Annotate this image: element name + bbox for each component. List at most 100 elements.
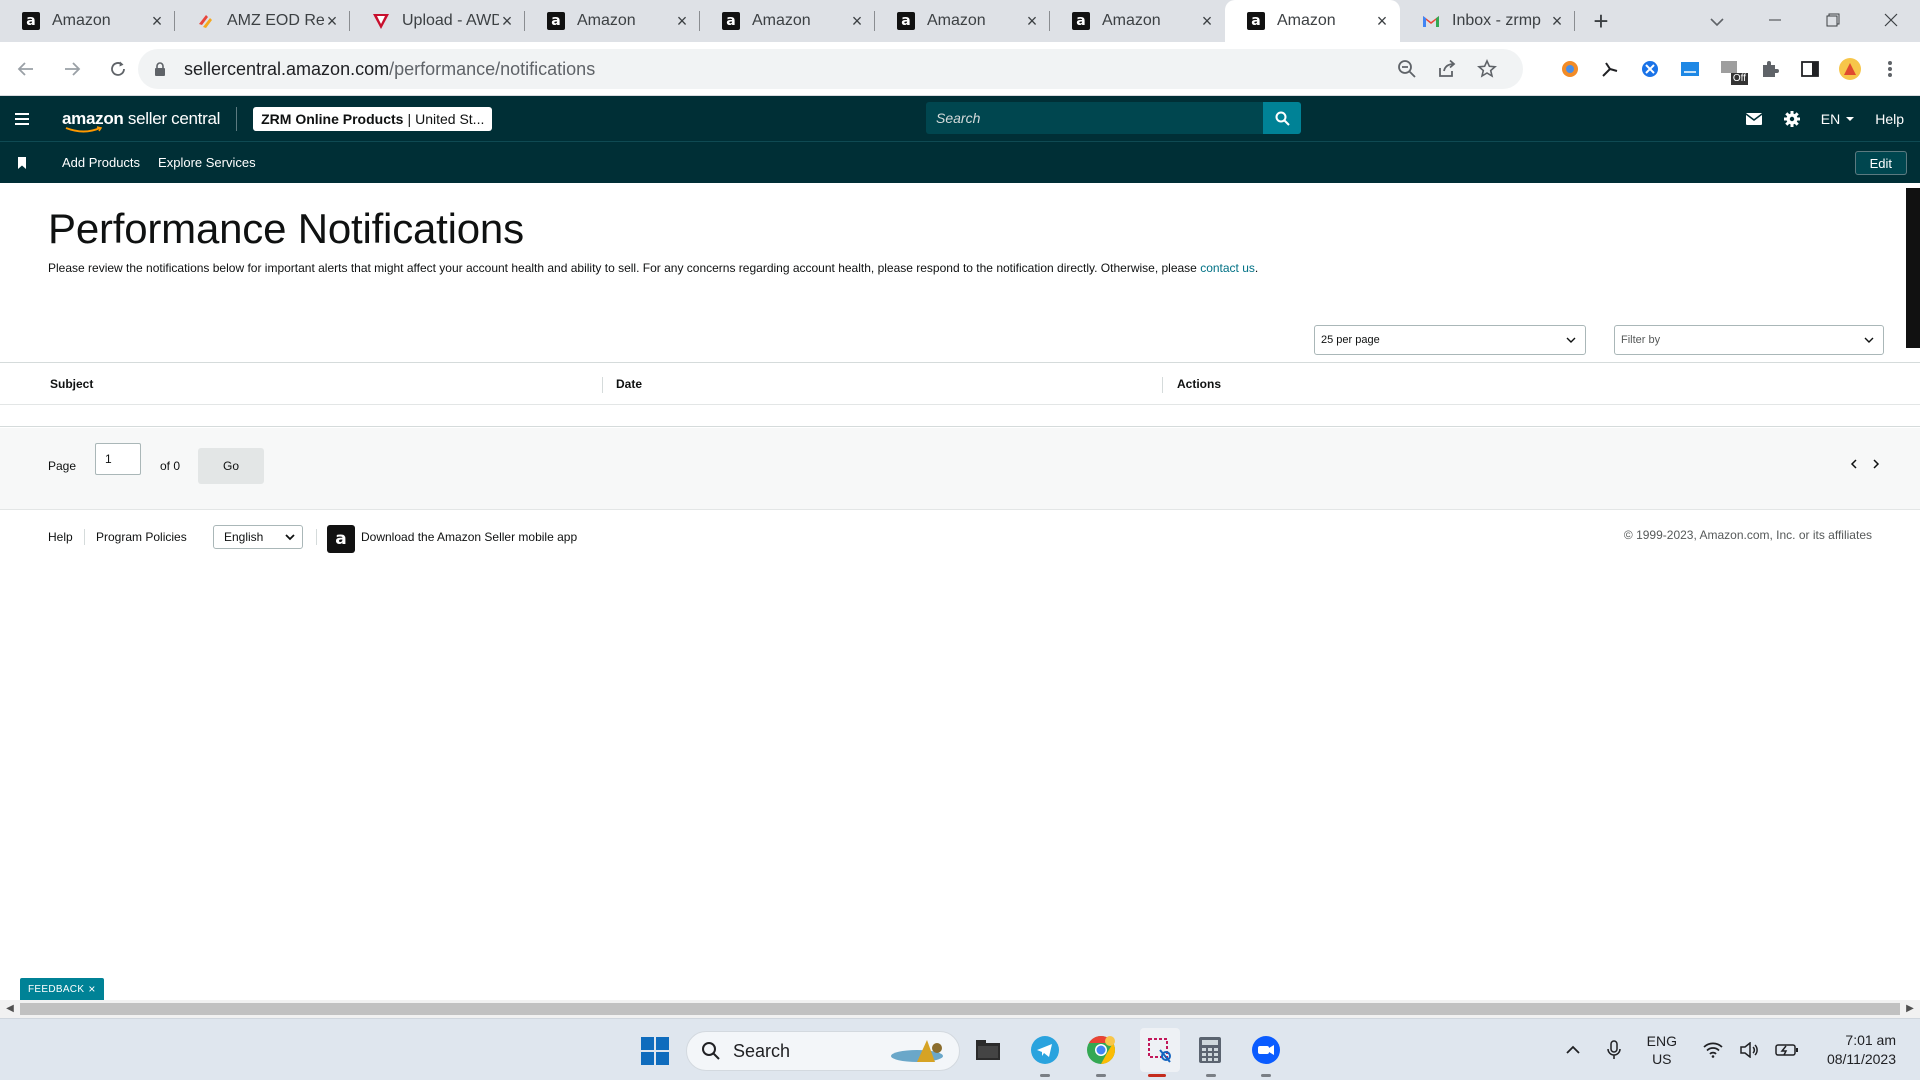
column-subject[interactable]: Subject <box>50 363 93 405</box>
browser-menu-icon[interactable] <box>1870 49 1910 89</box>
taskbar-search[interactable]: Search <box>686 1031 960 1071</box>
footer-copyright: © 1999-2023, Amazon.com, Inc. or its aff… <box>1623 528 1872 542</box>
column-date[interactable]: Date <box>602 363 642 405</box>
calculator-icon[interactable] <box>1194 1034 1226 1066</box>
extensions-puzzle-icon[interactable] <box>1750 49 1790 89</box>
extension-fba-icon[interactable] <box>1670 49 1710 89</box>
menu-icon[interactable] <box>0 96 44 141</box>
gear-icon <box>1783 110 1800 127</box>
tab-search-icon[interactable] <box>1688 11 1746 32</box>
language-selector[interactable]: EN <box>1811 111 1865 127</box>
reload-icon[interactable] <box>98 49 138 89</box>
wifi-icon[interactable] <box>1685 1042 1731 1058</box>
show-hidden-icons[interactable] <box>1557 1045 1589 1055</box>
footer-language-select[interactable]: English <box>213 525 303 549</box>
window-close-icon[interactable] <box>1862 11 1920 32</box>
running-indicator <box>1096 1074 1106 1077</box>
close-icon[interactable]: × <box>499 12 515 30</box>
scroll-left-icon[interactable]: ◀ <box>4 1003 16 1015</box>
telegram-icon[interactable] <box>1029 1034 1061 1066</box>
seller-central-header: amazon seller central ZRM Online Product… <box>0 96 1920 141</box>
browser-tab[interactable]: a Amazon × <box>0 0 175 42</box>
close-icon[interactable]: × <box>1024 12 1040 30</box>
snipping-tool-icon[interactable] <box>1140 1028 1180 1072</box>
extension-badge: Off <box>1730 73 1748 85</box>
subnav-explore-services[interactable]: Explore Services <box>158 155 256 170</box>
search-input[interactable]: Search <box>926 102 1263 134</box>
horizontal-scrollbar[interactable]: ◀ ▶ <box>0 1000 1920 1018</box>
windows-start-icon[interactable] <box>640 1036 670 1066</box>
minimize-icon[interactable] <box>1746 11 1804 32</box>
chevron-left-icon[interactable] <box>1848 458 1860 470</box>
running-indicator <box>1261 1074 1271 1077</box>
address-bar[interactable]: sellercentral.amazon.com/performance/not… <box>138 49 1523 89</box>
per-page-select[interactable]: 25 per page <box>1314 325 1586 355</box>
help-link[interactable]: Help <box>1865 111 1920 127</box>
input-language-top: ENG <box>1646 1033 1677 1049</box>
volume-icon[interactable] <box>1731 1042 1767 1058</box>
back-icon[interactable] <box>6 49 46 89</box>
running-indicator <box>1206 1074 1216 1077</box>
close-icon[interactable]: × <box>1374 12 1390 30</box>
close-icon[interactable]: × <box>324 12 340 30</box>
close-icon[interactable]: × <box>88 982 95 996</box>
browser-tab[interactable]: a Amazon × <box>700 0 875 42</box>
restore-icon[interactable] <box>1804 11 1862 32</box>
close-icon[interactable]: × <box>1549 12 1565 30</box>
filter-select[interactable]: Filter by <box>1614 325 1884 355</box>
zoom-icon[interactable] <box>1250 1034 1282 1066</box>
battery-icon[interactable] <box>1767 1043 1807 1057</box>
browser-tab[interactable]: AMZ EOD Rep × <box>175 0 350 42</box>
account-switcher[interactable]: ZRM Online Products | United St... <box>253 106 493 131</box>
search-button[interactable] <box>1263 102 1301 134</box>
pager-arrows <box>1848 458 1882 470</box>
taskbar-clock[interactable]: 7:01 am 08/11/2023 <box>1807 1031 1920 1069</box>
extension-arrow-icon[interactable] <box>1590 49 1630 89</box>
browser-tab[interactable]: Inbox - zrmp × <box>1400 0 1575 42</box>
scroll-right-icon[interactable]: ▶ <box>1904 1003 1916 1015</box>
forward-icon[interactable] <box>52 49 92 89</box>
share-icon[interactable] <box>1427 59 1467 79</box>
scrollbar-thumb[interactable] <box>20 1003 1900 1015</box>
side-widget[interactable] <box>1906 188 1920 348</box>
bookmark-star-icon[interactable] <box>1467 59 1507 79</box>
profile-avatar[interactable] <box>1830 49 1870 89</box>
page-number-input[interactable] <box>95 443 141 475</box>
new-tab-button[interactable]: + <box>1583 0 1619 42</box>
microphone-icon[interactable] <box>1589 1040 1639 1060</box>
bookmark-icon[interactable] <box>0 142 44 184</box>
close-icon[interactable]: × <box>674 12 690 30</box>
file-explorer-icon[interactable] <box>972 1034 1004 1066</box>
input-language[interactable]: ENG US <box>1639 1032 1685 1068</box>
browser-tab[interactable]: a Amazon × <box>1050 0 1225 42</box>
zoom-out-icon[interactable] <box>1387 59 1427 79</box>
edit-nav-button[interactable]: Edit <box>1854 151 1907 175</box>
browser-tab[interactable]: a Amazon × <box>525 0 700 42</box>
browser-tab[interactable]: Upload - AWD × <box>350 0 525 42</box>
footer-app-link[interactable]: Download the Amazon Seller mobile app <box>361 530 577 544</box>
contact-us-link[interactable]: contact us <box>1200 261 1255 275</box>
browser-tab-active[interactable]: a Amazon × <box>1225 0 1400 42</box>
extension-off-icon[interactable]: Off <box>1710 49 1750 89</box>
caret-down-icon <box>1846 116 1855 121</box>
chevron-down-icon <box>1864 337 1874 343</box>
tab-title: Amazon <box>52 12 111 29</box>
browser-tab[interactable]: a Amazon × <box>875 0 1050 42</box>
extension-blue-icon[interactable] <box>1630 49 1670 89</box>
chevron-right-icon[interactable] <box>1870 458 1882 470</box>
close-icon[interactable]: × <box>849 12 865 30</box>
footer-help-link[interactable]: Help <box>48 530 73 544</box>
footer-program-policies-link[interactable]: Program Policies <box>96 530 187 544</box>
messages-button[interactable] <box>1735 112 1773 126</box>
chrome-icon[interactable] <box>1085 1034 1117 1066</box>
feedback-tab[interactable]: FEEDBACK × <box>20 978 104 1000</box>
logo-secondary: seller central <box>123 108 221 128</box>
go-button[interactable]: Go <box>198 448 264 484</box>
close-icon[interactable]: × <box>149 12 165 30</box>
side-panel-icon[interactable] <box>1790 49 1830 89</box>
extension-orange-icon[interactable] <box>1550 49 1590 89</box>
seller-central-logo[interactable]: amazon seller central <box>62 108 221 132</box>
subnav-add-products[interactable]: Add Products <box>62 155 140 170</box>
settings-button[interactable] <box>1773 110 1811 128</box>
close-icon[interactable]: × <box>1199 12 1215 30</box>
